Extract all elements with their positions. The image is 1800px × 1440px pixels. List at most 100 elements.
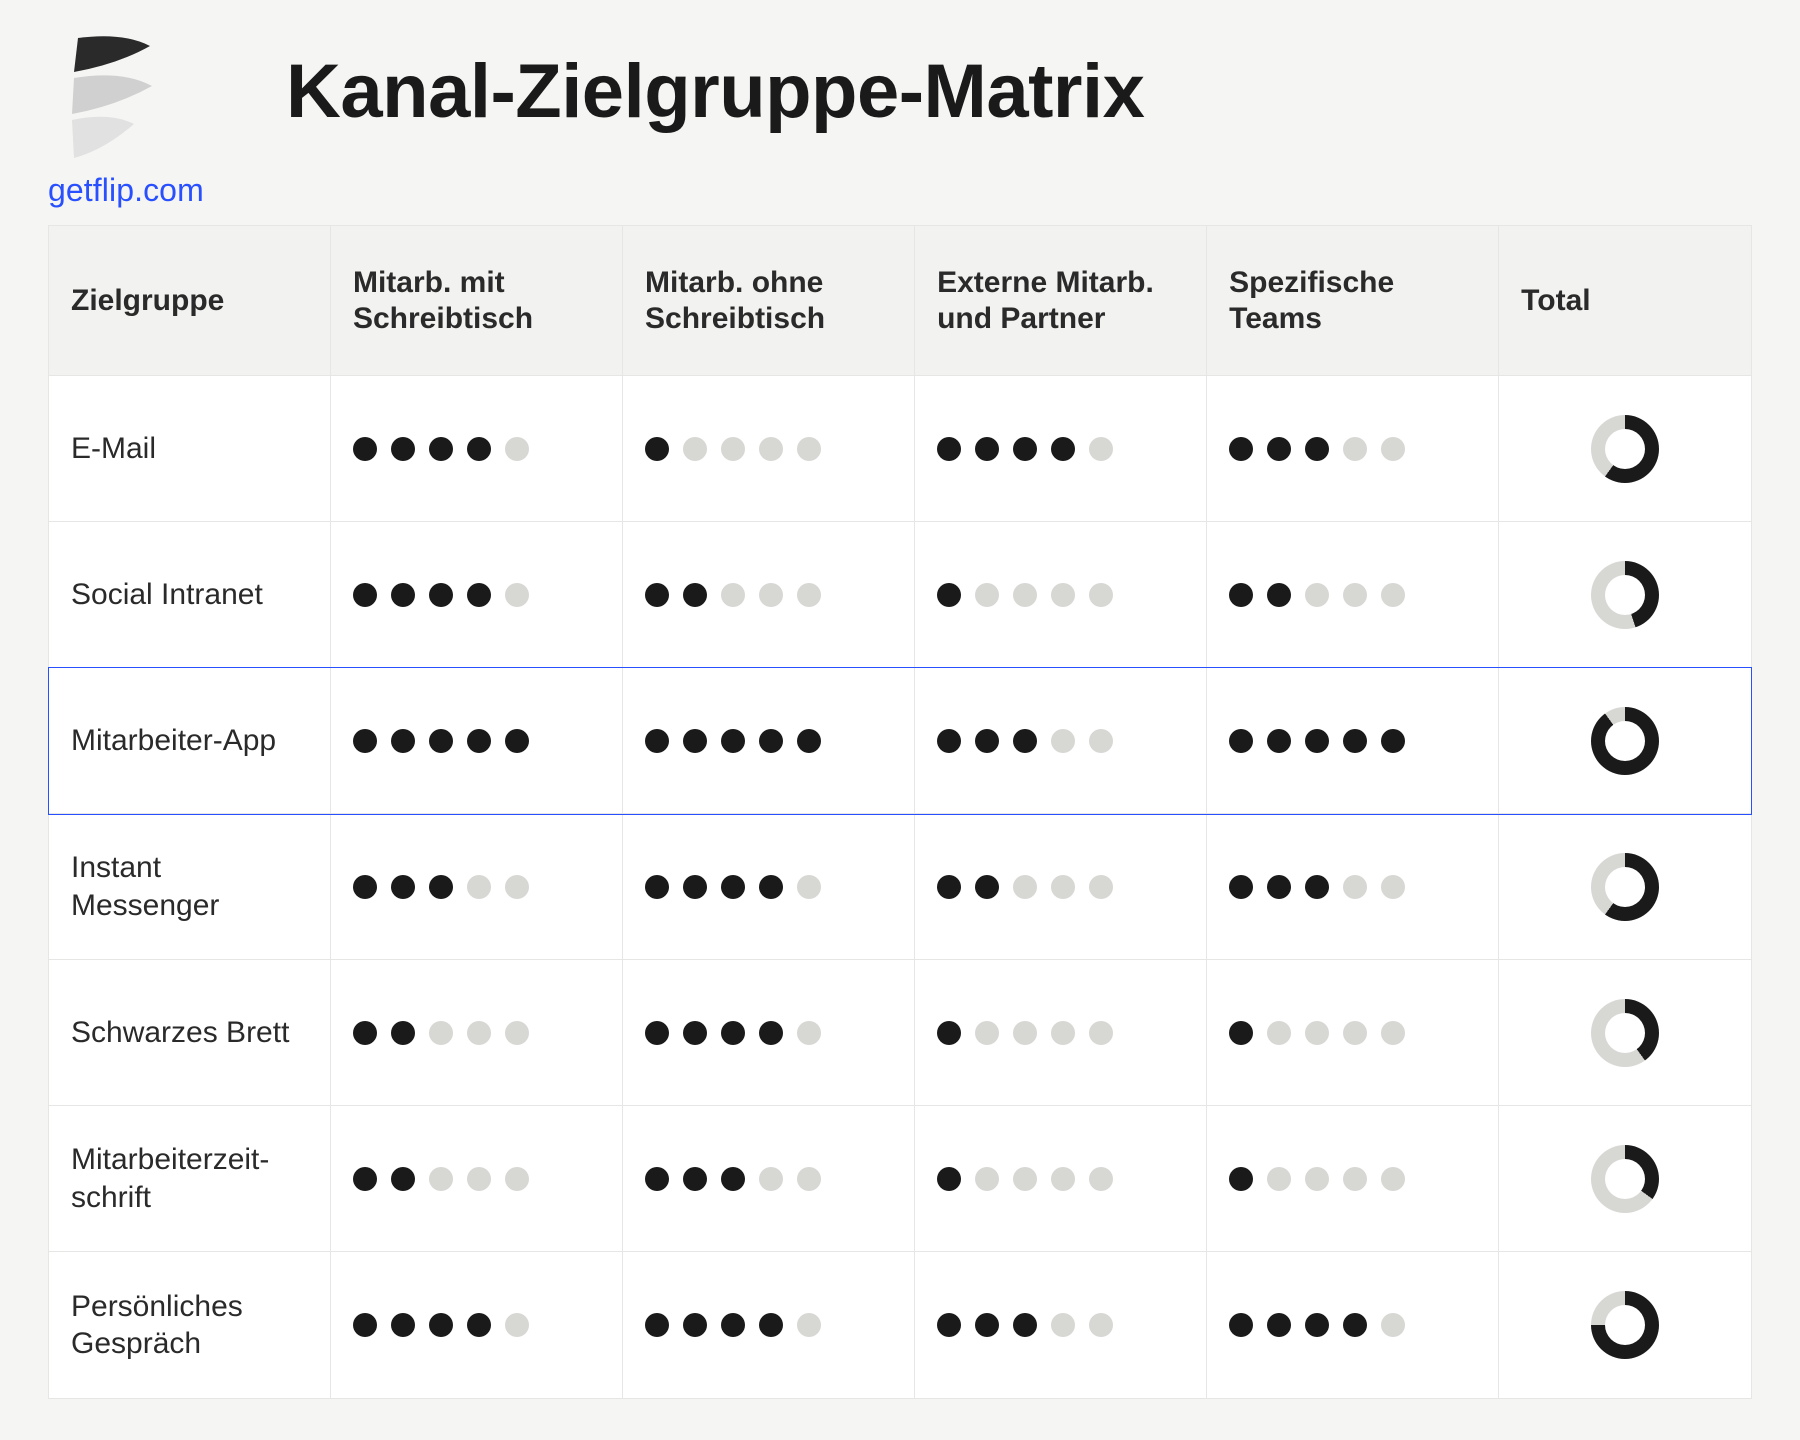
dot-filled-icon bbox=[1343, 729, 1367, 753]
table-header-row: Zielgruppe Mitarb. mit Schreibtisch Mita… bbox=[49, 226, 1751, 376]
dot-empty-icon bbox=[797, 1313, 821, 1337]
score-dots bbox=[1229, 1167, 1476, 1191]
dot-empty-icon bbox=[797, 583, 821, 607]
col-c1: Mitarb. mit Schreibtisch bbox=[331, 226, 623, 376]
dot-empty-icon bbox=[975, 1167, 999, 1191]
dot-empty-icon bbox=[1089, 875, 1113, 899]
dot-empty-icon bbox=[1343, 583, 1367, 607]
score-dots bbox=[645, 1313, 892, 1337]
dot-filled-icon bbox=[937, 729, 961, 753]
dot-filled-icon bbox=[683, 1167, 707, 1191]
dot-empty-icon bbox=[1051, 583, 1075, 607]
dot-empty-icon bbox=[1305, 1021, 1329, 1045]
brand: getflip.com bbox=[48, 30, 278, 209]
dot-filled-icon bbox=[721, 1021, 745, 1045]
total-cell bbox=[1499, 1252, 1751, 1398]
score-cell bbox=[1207, 668, 1499, 814]
dot-empty-icon bbox=[1013, 1167, 1037, 1191]
dot-empty-icon bbox=[1267, 1021, 1291, 1045]
score-cell bbox=[331, 668, 623, 814]
dot-empty-icon bbox=[759, 437, 783, 461]
dot-filled-icon bbox=[1229, 729, 1253, 753]
score-dots bbox=[645, 1167, 892, 1191]
dot-filled-icon bbox=[937, 875, 961, 899]
dot-empty-icon bbox=[759, 1167, 783, 1191]
score-dots bbox=[937, 875, 1184, 899]
dot-filled-icon bbox=[391, 1021, 415, 1045]
dot-empty-icon bbox=[505, 1021, 529, 1045]
row-label: E-Mail bbox=[49, 376, 331, 522]
total-ring-wrap bbox=[1521, 707, 1729, 775]
score-dots bbox=[937, 1313, 1184, 1337]
dot-empty-icon bbox=[1089, 437, 1113, 461]
dot-filled-icon bbox=[391, 583, 415, 607]
dot-filled-icon bbox=[797, 729, 821, 753]
dot-filled-icon bbox=[1013, 437, 1037, 461]
dot-filled-icon bbox=[721, 1313, 745, 1337]
dot-filled-icon bbox=[1229, 583, 1253, 607]
dot-filled-icon bbox=[1305, 729, 1329, 753]
score-dots bbox=[937, 1021, 1184, 1045]
dot-filled-icon bbox=[683, 1313, 707, 1337]
score-cell bbox=[331, 376, 623, 522]
dot-filled-icon bbox=[467, 437, 491, 461]
score-cell bbox=[623, 814, 915, 960]
dot-filled-icon bbox=[353, 583, 377, 607]
dot-filled-icon bbox=[645, 583, 669, 607]
brand-url[interactable]: getflip.com bbox=[48, 172, 204, 209]
score-dots bbox=[1229, 583, 1476, 607]
score-dots bbox=[353, 583, 600, 607]
total-cell bbox=[1499, 1106, 1751, 1252]
dot-empty-icon bbox=[1089, 1313, 1113, 1337]
dot-empty-icon bbox=[797, 1167, 821, 1191]
dot-filled-icon bbox=[1305, 1313, 1329, 1337]
total-cell bbox=[1499, 376, 1751, 522]
score-dots bbox=[1229, 437, 1476, 461]
score-dots bbox=[937, 583, 1184, 607]
dot-filled-icon bbox=[1267, 729, 1291, 753]
table-row: Persönliches Gespräch bbox=[49, 1252, 1751, 1398]
score-cell bbox=[1207, 1252, 1499, 1398]
total-cell bbox=[1499, 960, 1751, 1106]
table-row: Social Intranet bbox=[49, 522, 1751, 668]
dot-empty-icon bbox=[1381, 1021, 1405, 1045]
score-cell bbox=[1207, 376, 1499, 522]
dot-filled-icon bbox=[391, 875, 415, 899]
dot-empty-icon bbox=[1381, 1313, 1405, 1337]
score-dots bbox=[937, 437, 1184, 461]
dot-filled-icon bbox=[937, 437, 961, 461]
score-cell bbox=[915, 668, 1207, 814]
dot-empty-icon bbox=[975, 583, 999, 607]
score-cell bbox=[623, 960, 915, 1106]
dot-filled-icon bbox=[937, 1021, 961, 1045]
dot-empty-icon bbox=[975, 1021, 999, 1045]
score-cell bbox=[1207, 960, 1499, 1106]
dot-filled-icon bbox=[759, 729, 783, 753]
score-cell bbox=[331, 522, 623, 668]
table-row: Mitarbeiterzeit­schrift bbox=[49, 1106, 1751, 1252]
score-dots bbox=[937, 729, 1184, 753]
matrix-table: Zielgruppe Mitarb. mit Schreibtisch Mita… bbox=[48, 225, 1752, 1399]
total-ring-wrap bbox=[1521, 561, 1729, 629]
dot-filled-icon bbox=[645, 1313, 669, 1337]
dot-empty-icon bbox=[1089, 1167, 1113, 1191]
dot-filled-icon bbox=[683, 875, 707, 899]
score-dots bbox=[1229, 875, 1476, 899]
dot-filled-icon bbox=[1013, 729, 1037, 753]
total-ring-wrap bbox=[1521, 1291, 1729, 1359]
dot-filled-icon bbox=[1229, 1313, 1253, 1337]
progress-ring-icon bbox=[1591, 561, 1659, 629]
dot-filled-icon bbox=[1229, 1021, 1253, 1045]
dot-filled-icon bbox=[505, 729, 529, 753]
dot-empty-icon bbox=[429, 1167, 453, 1191]
dot-empty-icon bbox=[505, 1313, 529, 1337]
dot-filled-icon bbox=[353, 1021, 377, 1045]
dot-filled-icon bbox=[1013, 1313, 1037, 1337]
score-dots bbox=[645, 583, 892, 607]
dot-filled-icon bbox=[429, 583, 453, 607]
row-label: Mitarbeiter-App bbox=[49, 668, 331, 814]
dot-empty-icon bbox=[1305, 583, 1329, 607]
dot-filled-icon bbox=[467, 1313, 491, 1337]
dot-filled-icon bbox=[683, 729, 707, 753]
dot-empty-icon bbox=[721, 583, 745, 607]
